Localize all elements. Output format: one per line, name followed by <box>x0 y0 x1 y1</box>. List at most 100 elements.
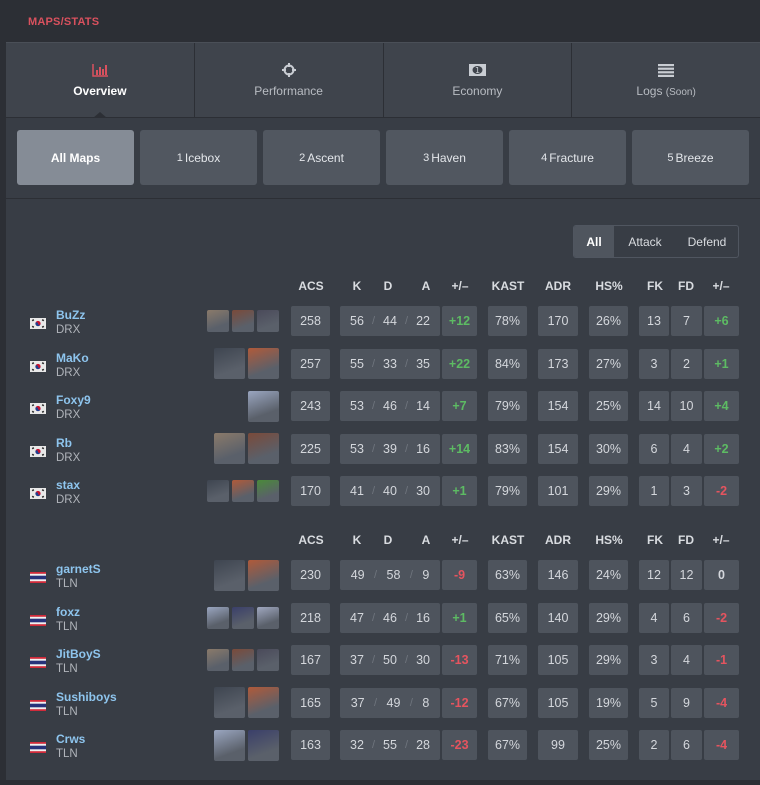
agent-icons <box>207 645 279 675</box>
tab-label: Logs (Soon) <box>636 84 695 98</box>
tab-logs[interactable]: Logs (Soon) <box>572 43 760 117</box>
player-row: stax DRX 170 41 / 40 / 30 +1 79% 101 29% 1 3 -2 <box>6 471 760 514</box>
thailand-flag <box>30 613 46 626</box>
stat-kills: 53 <box>350 441 364 456</box>
agent-icons <box>207 476 279 506</box>
stat-adr: 154 <box>538 433 578 464</box>
stat-assists: 8 <box>422 695 430 710</box>
map-button-ascent[interactable]: 2 Ascent <box>263 130 380 185</box>
stat-kast: 79% <box>488 391 527 421</box>
agent-portrait-icon <box>257 649 279 671</box>
stat-adr: 173 <box>538 348 578 379</box>
stat-kda: 49 / 58 / 9 <box>340 560 440 590</box>
player-team: TLN <box>56 620 78 633</box>
player-name[interactable]: stax <box>56 478 80 492</box>
agent-icons <box>214 559 279 591</box>
column-header-a: A <box>421 279 431 293</box>
stat-acs: 258 <box>291 306 330 336</box>
column-header-fk: FK <box>647 533 663 547</box>
player-name[interactable]: Foxy9 <box>56 393 91 407</box>
column-header-kast: KAST <box>491 279 525 293</box>
column-header-plus-minus: +/– <box>451 279 469 293</box>
agent-icons <box>214 729 279 761</box>
stat-deaths: 46 <box>383 399 397 413</box>
player-team: DRX <box>56 366 81 379</box>
thailand-flag <box>30 740 46 753</box>
side-filter-attack[interactable]: Attack <box>614 226 676 257</box>
column-header-kast: KAST <box>491 533 525 547</box>
player-name[interactable]: JitBoyS <box>56 647 101 661</box>
map-button-fracture[interactable]: 4 Fracture <box>509 130 626 185</box>
player-name[interactable]: BuZz <box>56 308 85 322</box>
side-filter-defend[interactable]: Defend <box>676 226 738 257</box>
column-header-acs: ACS <box>298 279 324 293</box>
stat-kd-diff: +22 <box>442 348 477 379</box>
map-button-breeze[interactable]: 5 Breeze <box>632 130 749 185</box>
tab-economy[interactable]: 1 Economy <box>384 43 573 117</box>
agent-portrait-icon <box>214 729 245 761</box>
stat-adr: 105 <box>538 645 578 675</box>
stat-kills: 37 <box>350 653 364 667</box>
agent-portrait-icon <box>207 606 229 629</box>
player-name[interactable]: MaKo <box>56 351 89 365</box>
stat-fk-diff: -2 <box>704 476 739 506</box>
stat-fk-diff: +4 <box>704 391 739 421</box>
player-name[interactable]: Crws <box>56 732 85 746</box>
agent-icons <box>248 390 279 422</box>
stat-kd-diff: +14 <box>442 433 477 464</box>
player-name[interactable]: garnetS <box>56 562 101 576</box>
crosshair-icon <box>281 62 296 78</box>
tab-label: Overview <box>73 84 127 98</box>
stat-kda: 55 / 33 / 35 <box>340 348 440 379</box>
stat-hs: 19% <box>589 687 628 718</box>
map-button-icebox[interactable]: 1 Icebox <box>140 130 257 185</box>
separator: / <box>404 611 409 624</box>
column-header-acs: ACS <box>298 533 324 547</box>
agent-portrait-icon <box>248 348 279 379</box>
column-header-adr: ADR <box>545 533 571 547</box>
agent-portrait-icon <box>232 310 254 332</box>
separator: / <box>371 315 376 327</box>
stat-fd: 9 <box>671 687 702 718</box>
map-label: Icebox <box>184 150 221 165</box>
stat-assists: 16 <box>416 610 430 625</box>
map-selector: All Maps 1 Icebox 2 Ascent 3 Haven 4 Fracture 5 Br… <box>6 118 760 199</box>
agent-portrait-icon <box>232 480 254 502</box>
stat-kills: 56 <box>350 314 364 328</box>
map-number: 5 <box>667 151 674 164</box>
player-row: Rb DRX 225 53 / 39 / 16 +14 83% 154 30% 6 4 +2 <box>6 429 760 472</box>
stat-deaths: 58 <box>386 568 401 582</box>
map-number: 4 <box>541 151 548 164</box>
stat-deaths: 55 <box>383 738 397 752</box>
player-name[interactable]: foxz <box>56 605 80 619</box>
thailand-flag <box>30 698 46 711</box>
map-button-haven[interactable]: 3 Haven <box>386 130 503 185</box>
player-name[interactable]: Rb <box>56 436 72 450</box>
stat-kda: 32 / 55 / 28 <box>340 730 440 760</box>
stat-kills: 41 <box>350 484 364 498</box>
column-header-d: D <box>383 279 393 293</box>
agent-portrait-icon <box>257 310 279 332</box>
stat-kast: 78% <box>488 306 527 336</box>
agent-portrait-icon <box>248 687 279 718</box>
agent-icons <box>214 348 279 379</box>
stat-hs: 29% <box>589 476 628 506</box>
stat-fk: 12 <box>639 560 669 590</box>
tab-overview[interactable]: Overview <box>6 43 195 118</box>
agent-icons <box>214 433 279 464</box>
tab-performance[interactable]: Performance <box>195 43 384 117</box>
agent-portrait-icon <box>207 480 229 502</box>
stat-fk: 1 <box>639 476 669 506</box>
player-name[interactable]: Sushiboys <box>56 690 117 704</box>
stat-fd: 10 <box>671 391 702 421</box>
south-korea-flag <box>30 486 46 499</box>
map-button-all-maps[interactable]: All Maps <box>17 130 134 185</box>
stat-kd-diff: +7 <box>442 391 477 421</box>
stat-fd: 4 <box>671 433 702 464</box>
column-header-fk-plus-minus: +/– <box>712 279 730 293</box>
side-filter-all[interactable]: All <box>574 226 614 257</box>
svg-text:1: 1 <box>475 66 480 75</box>
stat-fk: 4 <box>639 602 669 633</box>
separator: / <box>371 611 376 624</box>
player-team: TLN <box>56 578 78 590</box>
